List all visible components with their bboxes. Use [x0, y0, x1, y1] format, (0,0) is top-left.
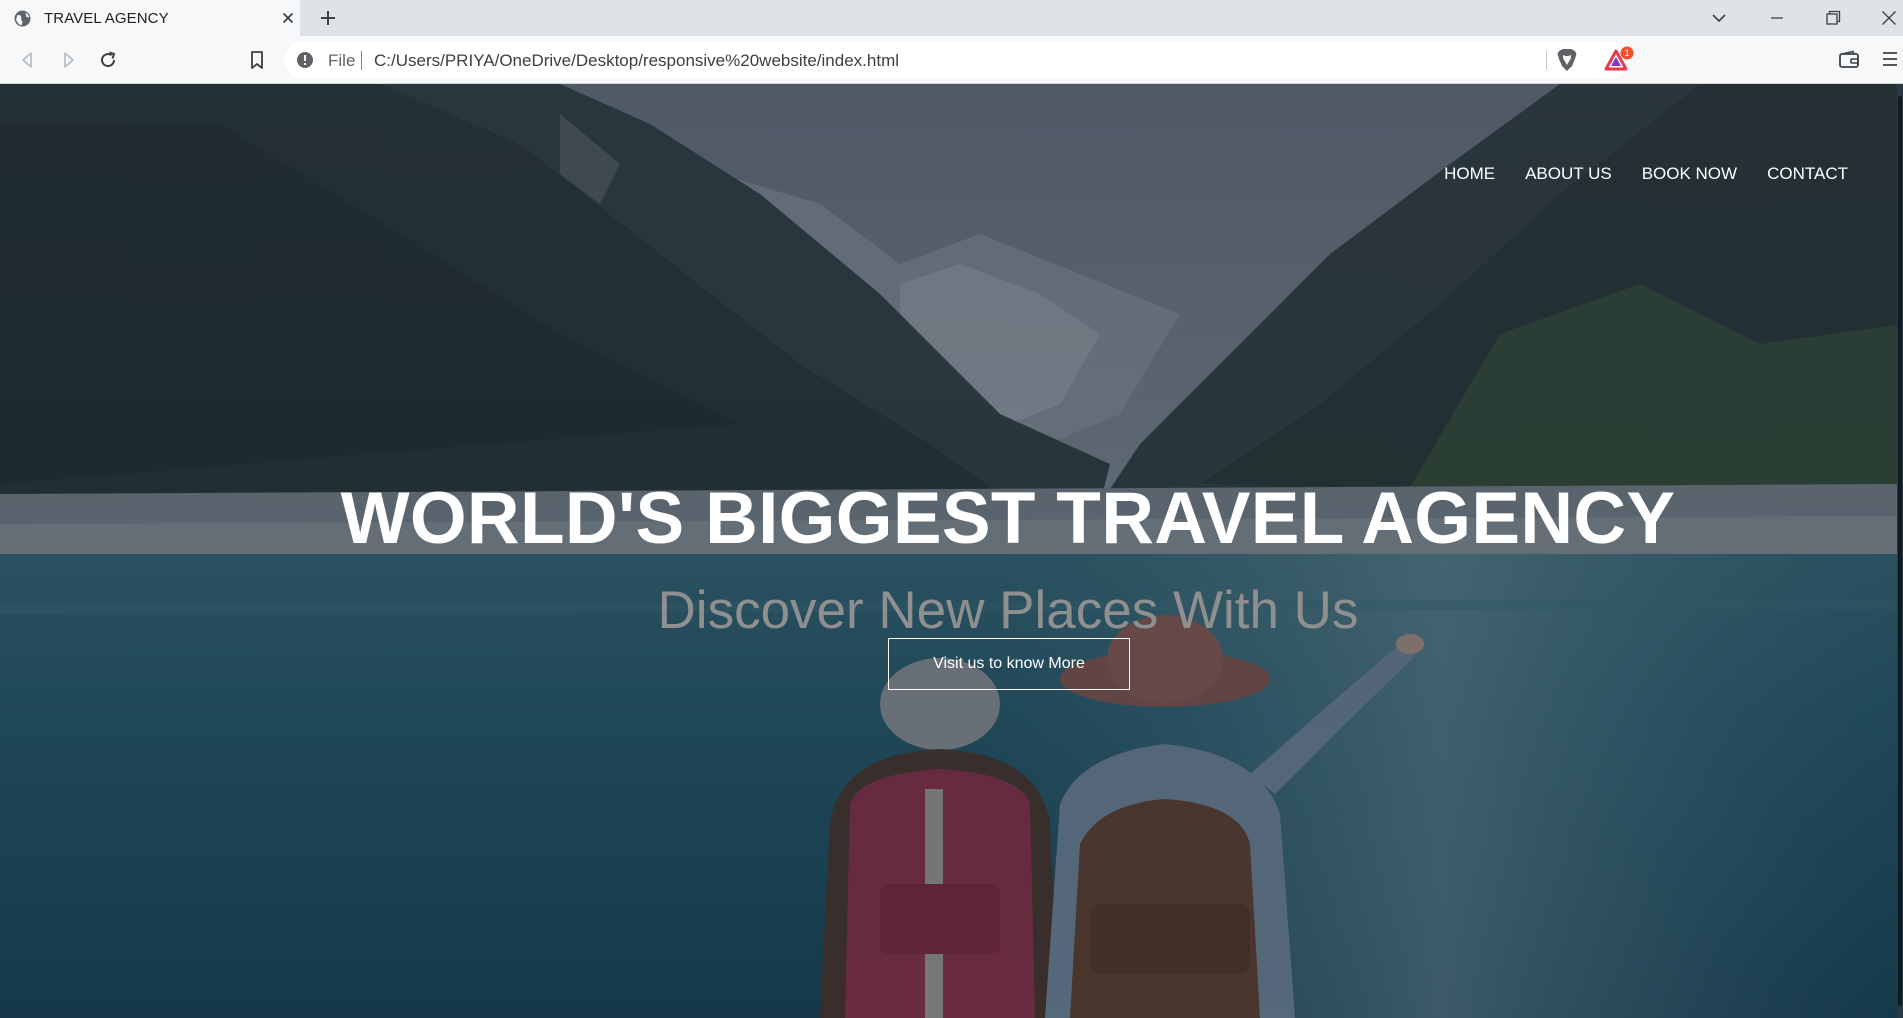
visit-us-button[interactable]: Visit us to know More [888, 638, 1130, 690]
globe-icon [14, 10, 31, 27]
url-text[interactable]: C:/Users/PRIYA/OneDrive/Desktop/responsi… [374, 51, 899, 71]
forward-arrow-icon[interactable] [56, 48, 80, 72]
scheme-label: File [328, 51, 356, 70]
hero-title: WORLD'S BIGGEST TRAVEL AGENCY [340, 478, 1676, 559]
rewards-badge-count: 1 [1624, 48, 1629, 58]
scheme-divider [361, 51, 362, 70]
site-info-icon[interactable] [296, 51, 314, 69]
nav-link-about-us[interactable]: ABOUT US [1525, 164, 1612, 184]
browser-toolbar: File C:/Users/PRIYA/OneDrive/Desktop/res… [0, 36, 1903, 84]
hamburger-menu-icon[interactable] [1880, 48, 1900, 70]
restore-window-icon[interactable] [1823, 8, 1843, 28]
close-window-icon[interactable] [1879, 8, 1899, 28]
reload-icon[interactable] [96, 48, 120, 72]
omnibox-right-divider [1546, 51, 1547, 70]
nav-link-book-now[interactable]: BOOK NOW [1642, 164, 1737, 184]
bookmark-icon[interactable] [245, 48, 269, 72]
brave-rewards-icon[interactable]: 1 [1602, 46, 1636, 74]
close-tab-icon[interactable] [280, 10, 296, 26]
brave-shield-icon[interactable] [1555, 47, 1579, 73]
nav-link-home[interactable]: HOME [1444, 164, 1495, 184]
hero-subtitle: Discover New Places With Us [657, 581, 1359, 640]
wallet-icon[interactable] [1838, 49, 1860, 71]
back-arrow-icon[interactable] [16, 48, 40, 72]
address-bar[interactable]: File C:/Users/PRIYA/OneDrive/Desktop/res… [284, 42, 1631, 78]
new-tab-plus-icon[interactable] [318, 8, 338, 28]
minimize-icon[interactable] [1767, 8, 1787, 28]
tab-title: TRAVEL AGENCY [44, 10, 169, 27]
tab-search-chevron-down-icon[interactable] [1709, 8, 1729, 28]
main-navigation: HOME ABOUT US BOOK NOW CONTACT [1444, 164, 1848, 184]
browser-tab-strip: TRAVEL AGENCY [0, 0, 1903, 36]
scrollbar-thumb[interactable] [1898, 96, 1902, 1006]
page-scrollbar[interactable] [1897, 84, 1903, 1018]
nav-link-contact[interactable]: CONTACT [1767, 164, 1848, 184]
browser-tab-active[interactable]: TRAVEL AGENCY [0, 0, 300, 36]
